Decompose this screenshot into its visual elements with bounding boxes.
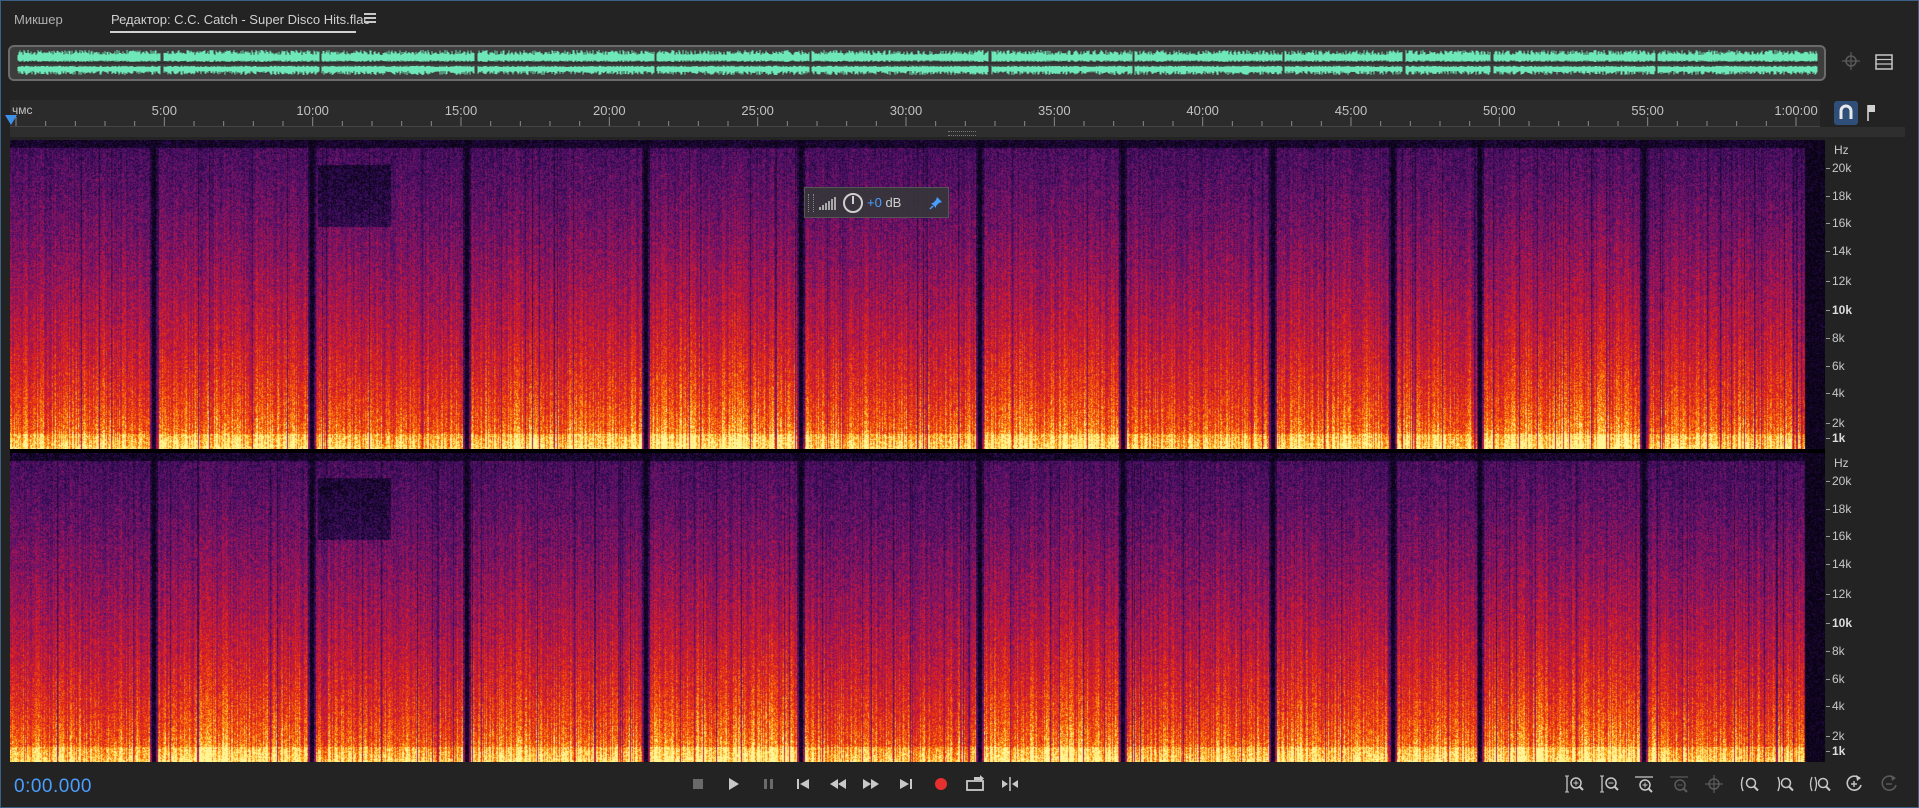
panel-menu-icon[interactable] xyxy=(364,13,376,25)
overview-waveform xyxy=(17,50,1818,75)
hz-unit-label: Hz xyxy=(1834,456,1849,470)
tab-mixer[interactable]: Микшер xyxy=(14,12,63,27)
ruler-time-label: 25:00 xyxy=(741,103,774,118)
zoom-in-left-icon[interactable] xyxy=(1737,772,1763,796)
active-tab-indicator xyxy=(110,31,356,33)
time-display[interactable]: 0:00.000 xyxy=(14,776,92,798)
frequency-label: 8k xyxy=(1832,330,1845,345)
skip-to-start-icon[interactable] xyxy=(790,772,816,796)
frequency-label: 18k xyxy=(1832,501,1852,516)
frequency-label: 20k xyxy=(1832,160,1852,175)
frequency-label: 1k xyxy=(1832,744,1846,759)
snap-toggle-button[interactable] xyxy=(1834,101,1858,125)
frequency-label: 14k xyxy=(1832,244,1852,259)
zoom-out-amplitude-icon[interactable] xyxy=(1597,772,1623,796)
frequency-label: 6k xyxy=(1832,671,1845,686)
ruler-time-label: 35:00 xyxy=(1038,103,1071,118)
hud-drag-handle[interactable] xyxy=(808,194,814,212)
zoom-out-full-icon[interactable] xyxy=(1877,772,1903,796)
zoom-to-selection-time-icon[interactable] xyxy=(1702,772,1728,796)
frequency-label: 16k xyxy=(1832,529,1852,544)
level-meter-icon xyxy=(819,196,839,215)
zoom-reset-icon[interactable] xyxy=(1842,772,1868,796)
ruler-time-label: 20:00 xyxy=(593,103,626,118)
waveform-overview[interactable] xyxy=(8,45,1826,81)
ruler-time-label: 15:00 xyxy=(444,103,478,118)
skip-to-end-icon[interactable] xyxy=(893,772,919,796)
ruler-time-label: 1:00:00 xyxy=(1774,103,1818,118)
loop-playback-icon[interactable] xyxy=(962,772,988,796)
skip-selection-icon[interactable] xyxy=(997,772,1023,796)
record-icon[interactable] xyxy=(928,772,954,796)
ruler-time-label: 10:00 xyxy=(296,103,329,118)
frequency-label: 2k xyxy=(1832,728,1845,743)
ruler-time-label: 40:00 xyxy=(1186,103,1219,118)
frequency-label: 12k xyxy=(1832,273,1852,288)
frequency-scale-left: Hz 20k 18k 16k 14k 12k 10k 8k 6k 4k 2k 1k xyxy=(1826,140,1913,449)
frequency-label: 10k xyxy=(1832,615,1853,630)
frequency-label: 2k xyxy=(1832,415,1845,430)
hz-unit-label: Hz xyxy=(1834,143,1849,157)
zoom-out-time-icon[interactable] xyxy=(1667,772,1693,796)
playhead-marker[interactable] xyxy=(5,115,17,125)
volume-readout[interactable]: +0 dB xyxy=(867,195,901,210)
spectrogram-channel-right[interactable] xyxy=(10,453,1825,762)
ruler-time-label: 55:00 xyxy=(1631,103,1664,118)
zoom-to-selection-both-icon[interactable] xyxy=(1807,772,1833,796)
zoom-to-selection-icon[interactable] xyxy=(1840,50,1864,74)
marker-flag-icon[interactable] xyxy=(1862,103,1878,123)
frequency-label: 20k xyxy=(1832,473,1852,488)
scrollbar-grip[interactable] xyxy=(948,131,976,136)
pause-icon[interactable] xyxy=(755,772,781,796)
fast-forward-icon[interactable] xyxy=(858,772,884,796)
ruler-time-label: 45:00 xyxy=(1334,103,1368,118)
panel-tabs: Микшер Редактор: C.C. Catch - Super Disc… xyxy=(0,0,1919,40)
play-icon[interactable] xyxy=(720,772,746,796)
frequency-label: 12k xyxy=(1832,586,1852,601)
ruler-time-label: 50:00 xyxy=(1483,103,1516,118)
frequency-label: 16k xyxy=(1832,216,1852,231)
frequency-label: 4k xyxy=(1832,386,1845,401)
zoom-in-time-icon[interactable] xyxy=(1632,772,1658,796)
overview-options-icon[interactable] xyxy=(1872,50,1896,74)
frequency-label: 10k xyxy=(1832,302,1853,317)
frequency-scale-right: Hz 20k 18k 16k 14k 12k 10k 8k 6k 4k 2k 1k xyxy=(1826,453,1913,762)
frequency-label: 8k xyxy=(1832,643,1845,658)
frequency-label: 1k xyxy=(1832,431,1846,446)
rewind-icon[interactable] xyxy=(825,772,851,796)
frequency-label: 6k xyxy=(1832,358,1845,373)
tab-editor[interactable]: Редактор: C.C. Catch - Super Disco Hits.… xyxy=(111,12,370,27)
zoom-in-amplitude-icon[interactable] xyxy=(1562,772,1588,796)
ruler-time-label: 30:00 xyxy=(889,103,923,118)
spectral-display[interactable] xyxy=(10,140,1825,762)
frequency-label: 14k xyxy=(1832,557,1852,572)
ruler-time-label: 5:00 xyxy=(151,103,177,118)
hud-volume-control[interactable]: +0 dB xyxy=(804,187,949,218)
stop-icon[interactable] xyxy=(685,772,711,796)
frequency-label: 18k xyxy=(1832,188,1852,203)
pin-icon[interactable] xyxy=(928,195,944,211)
volume-knob[interactable] xyxy=(843,193,863,213)
frequency-label: 4k xyxy=(1832,699,1845,714)
zoom-in-right-icon[interactable] xyxy=(1772,772,1798,796)
